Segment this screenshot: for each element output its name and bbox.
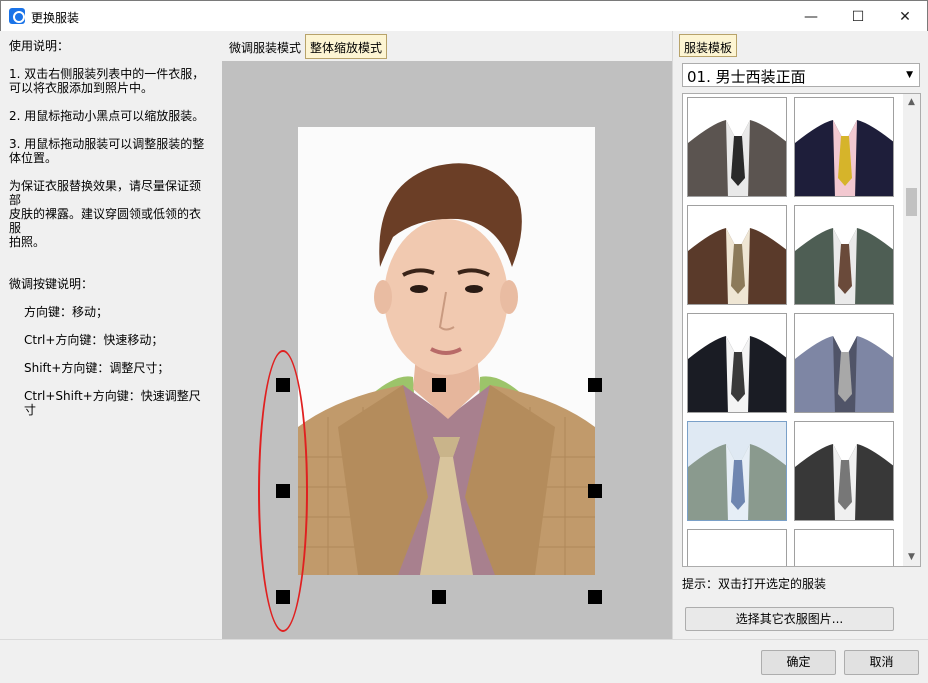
- key-hint-fast-move: Ctrl+方向键：快速移动；: [24, 333, 164, 347]
- gallery-scrollbar[interactable]: ▲ ▼: [903, 94, 920, 566]
- chevron-down-icon: ▼: [906, 70, 913, 80]
- clothing-thumb[interactable]: [794, 205, 894, 305]
- clothing-gallery: ▲ ▼: [682, 93, 921, 567]
- clothing-thumb[interactable]: [794, 97, 894, 197]
- cancel-button[interactable]: 取消: [844, 650, 919, 675]
- ok-button[interactable]: 确定: [761, 650, 836, 675]
- instruction-step2: 2. 用鼠标拖动小黑点可以缩放服装。: [9, 109, 205, 123]
- key-hint-resize: Shift+方向键：调整尺寸；: [24, 361, 170, 375]
- window-title: 更换服装: [31, 11, 80, 25]
- clothing-thumb[interactable]: [794, 313, 894, 413]
- portrait-illustration: [298, 163, 595, 575]
- scrollbar-thumb[interactable]: [906, 188, 917, 216]
- clothing-thumb[interactable]: [687, 205, 787, 305]
- instruction-tip-line1: 为保证衣服替换效果，请尽量保证颈部: [9, 179, 202, 207]
- resize-handle-bottom-center[interactable]: [432, 590, 446, 604]
- clothing-thumb[interactable]: [794, 529, 894, 566]
- instruction-step1-line1: 1. 双击右侧服装列表中的一件衣服，: [9, 67, 205, 81]
- clothing-thumb[interactable]: [687, 313, 787, 413]
- instruction-tip-line2: 皮肤的裸露。建议穿圆领或低领的衣服: [9, 207, 202, 235]
- instructions-panel: 使用说明： 1. 双击右侧服装列表中的一件衣服， 可以将衣服添加到照片中。 2.…: [1, 31, 219, 639]
- choose-other-clothing-button[interactable]: 选择其它衣服图片...: [685, 607, 894, 631]
- clothing-thumb[interactable]: [687, 97, 787, 197]
- minimize-button[interactable]: —: [788, 1, 834, 32]
- template-category-value: 01. 男士西装正面: [687, 68, 806, 86]
- resize-handle-middle-right[interactable]: [588, 484, 602, 498]
- instruction-step1-line2: 可以将衣服添加到照片中。: [9, 81, 154, 95]
- key-hint-move: 方向键：移动；: [24, 305, 109, 319]
- template-category-select[interactable]: 01. 男士西装正面 ▼: [682, 63, 920, 87]
- instructions-heading: 使用说明：: [9, 39, 70, 53]
- title-bar: 更换服装 — ☐ ✕: [0, 0, 928, 31]
- portrait-photo[interactable]: [298, 127, 595, 575]
- resize-handle-bottom-right[interactable]: [588, 590, 602, 604]
- photo-canvas[interactable]: [222, 61, 672, 639]
- tab-whole-scale-mode[interactable]: 整体缩放模式: [305, 34, 388, 59]
- dialog-footer: 确定 取消: [0, 639, 928, 683]
- chevron-up-icon[interactable]: ▲: [903, 94, 920, 111]
- chevron-down-icon[interactable]: ▼: [903, 549, 920, 566]
- keys-heading: 微调按键说明：: [9, 277, 94, 291]
- tab-fine-tune-mode[interactable]: 微调服装模式: [224, 34, 306, 59]
- key-hint-fast-resize: Ctrl+Shift+方向键：快速调整尺寸: [24, 389, 201, 417]
- instruction-step3-line1: 3. 用鼠标拖动服装可以调整服装的整: [9, 137, 205, 151]
- resize-handle-top-center[interactable]: [432, 378, 446, 392]
- clothing-thumb[interactable]: [687, 529, 787, 566]
- editor-area: 微调服装模式 整体缩放模式: [221, 31, 672, 639]
- templates-panel: 服装模板 01. 男士西装正面 ▼ ▲ ▼ 提示：双击打开选定的服装 选择其它衣…: [676, 31, 927, 639]
- clothing-thumb[interactable]: [794, 421, 894, 521]
- close-button[interactable]: ✕: [882, 1, 928, 32]
- clothing-thumb-selected[interactable]: [687, 421, 787, 521]
- highlight-ellipse: [258, 350, 308, 632]
- tab-clothing-templates[interactable]: 服装模板: [679, 34, 738, 57]
- maximize-button[interactable]: ☐: [835, 1, 881, 32]
- app-icon: [9, 8, 25, 24]
- resize-handle-top-right[interactable]: [588, 378, 602, 392]
- instruction-tip-line3: 拍照。: [9, 235, 46, 249]
- instruction-step3-line2: 体位置。: [9, 151, 58, 165]
- gallery-hint: 提示：双击打开选定的服装: [682, 577, 827, 591]
